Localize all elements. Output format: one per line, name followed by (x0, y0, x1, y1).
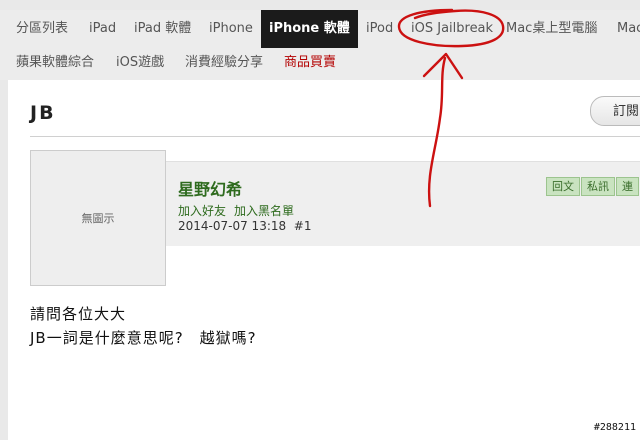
secondary-nav: 蘋果軟體綜合 iOS遊戲 消費經驗分享 商品買賣 (0, 48, 640, 80)
divider (30, 136, 640, 137)
nav-apple-software[interactable]: 蘋果軟體綜合 (16, 48, 94, 80)
nav-consumer-experience[interactable]: 消費經驗分享 (185, 48, 263, 80)
author-links: 加入好友 加入黑名單 (178, 202, 302, 219)
avatar: 無圖示 (30, 150, 166, 286)
post-content: 請問各位大大 JB一詞是什麼意思呢? 越獄嗎? (30, 302, 257, 350)
nav-iphone-software[interactable]: iPhone 軟體 (261, 10, 358, 48)
nav-ios-jailbreak[interactable]: iOS Jailbreak (411, 10, 493, 48)
content-line: 請問各位大大 (30, 305, 127, 323)
page-title: JB (30, 102, 56, 124)
subscribe-button[interactable]: 訂閱 (590, 96, 640, 126)
nav-ipad-software[interactable]: iPad 軟體 (134, 10, 191, 48)
post-meta: 2014-07-07 13:18 #1 (178, 219, 311, 233)
nav-ipad[interactable]: iPad (89, 10, 116, 48)
post-actions: 回文 私訊連 (546, 175, 640, 196)
avatar-placeholder: 無圖示 (81, 212, 115, 225)
nav-ios-games[interactable]: iOS遊戲 (116, 48, 164, 80)
message-button[interactable]: 私訊 (581, 177, 615, 196)
nav-mac-desktop[interactable]: Mac桌上型電腦 (506, 10, 597, 48)
add-friend-link[interactable]: 加入好友 (178, 204, 226, 218)
add-blacklist-link[interactable]: 加入黑名單 (234, 204, 294, 218)
author-name[interactable]: 星野幻希 (178, 176, 242, 200)
primary-nav: 分區列表 iPad iPad 軟體 iPhone iPhone 軟體 iPod … (0, 10, 640, 48)
nav-iphone[interactable]: iPhone (209, 10, 253, 48)
watermark: #288211 (593, 422, 636, 433)
thread-panel: JB 訂閱 無圖示 星野幻希 加入好友 加入黑名單 2014-07-07 13:1… (8, 80, 640, 440)
link-button[interactable]: 連 (616, 177, 639, 196)
post-floor: #1 (293, 219, 312, 233)
nav-mac[interactable]: Mac (617, 10, 640, 48)
nav-marketplace[interactable]: 商品買賣 (284, 48, 336, 80)
nav-ipod[interactable]: iPod (366, 10, 393, 48)
content-line: JB一詞是什麼意思呢? 越獄嗎? (30, 329, 257, 347)
post-datetime: 2014-07-07 13:18 (178, 219, 287, 233)
reply-button[interactable]: 回文 (546, 177, 580, 196)
nav-forum-list[interactable]: 分區列表 (16, 10, 68, 48)
